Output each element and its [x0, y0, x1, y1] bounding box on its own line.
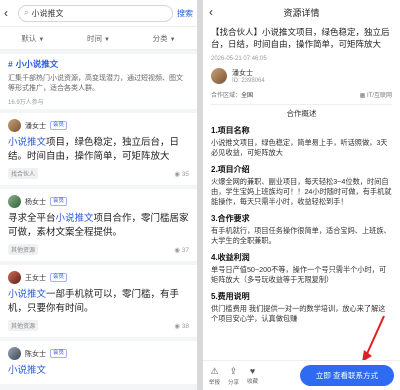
- avatar: [211, 68, 227, 84]
- author-name: 潘女士: [25, 122, 46, 130]
- caret-down-icon: ▼: [38, 36, 45, 43]
- view-count: ◉ 38: [174, 322, 189, 330]
- filter-default[interactable]: 默认 ▼: [21, 33, 44, 44]
- publish-time: 2026-05-21 07:46:05: [211, 56, 267, 62]
- topic-card[interactable]: # 小小说推文 汇集千部热门小说资源，高变现潜力，通过短视频、图文等形式推广，适合…: [0, 54, 197, 109]
- owner-name: 潘女士: [232, 70, 253, 77]
- warning-icon: ⚠: [210, 365, 219, 376]
- heart-icon: ♥: [249, 366, 256, 376]
- avatar: [8, 271, 21, 284]
- post-card[interactable]: 陈女士 会员 小说推文: [0, 341, 197, 384]
- filter-bar: 默认 ▼ 时间 ▼ 分类 ▼: [0, 26, 197, 50]
- pointer-arrow-icon: [362, 315, 385, 362]
- topic-count: 16.9万人参与: [8, 100, 44, 106]
- section-heading: 4.收益利润: [211, 253, 250, 262]
- topic-title: 小小说推文: [15, 59, 59, 69]
- owner-info[interactable]: 潘女士 ID: 2398064: [211, 68, 392, 84]
- post-tag: 其他资源: [8, 320, 39, 331]
- author-name: 杨女士: [25, 198, 46, 206]
- favorite-button[interactable]: ♥ 收藏: [247, 366, 258, 385]
- share-button[interactable]: ⇪ 分享: [228, 366, 239, 386]
- detail-header: ‹ 资源详情: [203, 0, 400, 24]
- view-count: ◉ 37: [174, 246, 189, 254]
- author-name: 王女士: [25, 274, 46, 282]
- member-badge: 会员: [50, 349, 68, 358]
- avatar: [8, 119, 21, 132]
- post-card[interactable]: 杨女士 会员 寻求全平台小说推文项目合作，零门槛居家可做，素材文案全程提供。 其…: [0, 189, 197, 261]
- caret-down-icon: ▼: [169, 36, 176, 43]
- resource-headline: 【找合伙人】小说推文项目，绿色稳定，独立后台，日结，时间自由，操作简单，可矩阵放…: [211, 27, 390, 49]
- overview-title: 合作概述: [211, 104, 392, 119]
- filter-category[interactable]: 分类 ▼: [153, 33, 176, 44]
- post-tag: 找合伙人: [8, 168, 39, 179]
- resource-detail-screen: ‹ 资源详情 【找合伙人】小说推文项目，绿色稳定，独立后台，日结，时间自由，操作…: [203, 0, 400, 390]
- member-badge: 会员: [50, 273, 68, 282]
- section-body: 火爆全网的兼职、副业项目，每天轻松3~4位数，时间自由，学生宝妈上班族均可！！2…: [211, 177, 392, 206]
- post-card[interactable]: 潘女士 会员 小说推文项目，绿色稳定，独立后台，日结。时间自由，操作简单，可矩阵…: [0, 113, 197, 185]
- topic-desc: 汇集千部热门小说资源，高变现潜力，通过短视频、图文等形式推广，适合各类人群。: [8, 75, 183, 92]
- search-input[interactable]: [31, 8, 167, 18]
- author-name: 陈女士: [25, 350, 46, 358]
- caret-down-icon: ▼: [104, 36, 110, 43]
- grid-icon: ▦: [359, 93, 367, 99]
- avatar: [8, 195, 21, 208]
- post-text: 小说推文: [8, 365, 47, 376]
- share-icon: ⇪: [229, 365, 238, 376]
- post-text: 小说推文项目，绿色稳定，独立后台，日结。时间自由，操作简单，可矩阵放大: [8, 137, 180, 162]
- search-icon: ⌕: [24, 8, 29, 17]
- search-button[interactable]: 搜索: [177, 8, 193, 19]
- search-bar: ‹ ⌕ 搜索: [0, 0, 197, 26]
- member-badge: 会员: [50, 121, 68, 130]
- section-heading: 3.合作要求: [211, 214, 250, 223]
- page-title: 资源详情: [283, 7, 320, 18]
- avatar: [8, 347, 21, 360]
- post-text: 寻求全平台小说推文项目合作，零门槛居家可做，素材文案全程提供。: [8, 213, 189, 238]
- search-results-screen: ‹ ⌕ 搜索 默认▼ 时间▼ 分类▼ #小小说推文 汇集千部热门小说资源，高变现…: [0, 0, 197, 390]
- view-contact-button[interactable]: 立即 查看联系方式: [299, 365, 394, 386]
- bottom-action-bar: ⚠ 举报 ⇪ 分享 ♥ 收藏 立即 查看联系方式: [203, 360, 400, 390]
- post-tag: 其他资源: [8, 244, 39, 255]
- owner-id: ID: 2398064: [232, 78, 265, 84]
- report-button[interactable]: ⚠ 举报: [209, 366, 220, 386]
- section-heading: 2.项目介绍: [211, 165, 250, 174]
- back-arrow-icon[interactable]: ‹: [4, 6, 14, 20]
- industry-tag: ▦ IT/互联网: [359, 93, 392, 99]
- filter-time[interactable]: 时间 ▼: [87, 33, 110, 44]
- post-text: 小说推文一部手机就可以，零门槛，有手机，只要你有时间。: [8, 289, 180, 314]
- section-heading: 5.费用说明: [211, 292, 250, 301]
- region-row: 合作区域：全国 ▦ IT/互联网: [211, 90, 392, 99]
- hash-icon: #: [8, 59, 13, 69]
- section-body: 有手机就行，项目任务操作很简单，适合宝妈、上班族、大学生的全职兼职。: [211, 226, 391, 245]
- search-box[interactable]: ⌕: [18, 4, 173, 22]
- section-body: 单号日产值50~200不等，操作一个号只需半个小时，可矩阵放大（多号玩收益等于无…: [211, 265, 387, 284]
- section-body: 小说推文项目，绿色稳定，简单易上手，听话照做，3天必见收益，可矩阵放大: [211, 138, 388, 157]
- view-count: ◉ 35: [174, 170, 189, 178]
- post-card[interactable]: 王女士 会员 小说推文一部手机就可以，零门槛，有手机，只要你有时间。 其他资源 …: [0, 265, 197, 337]
- section-heading: 1.项目名称: [211, 126, 250, 135]
- member-badge: 会员: [50, 197, 68, 206]
